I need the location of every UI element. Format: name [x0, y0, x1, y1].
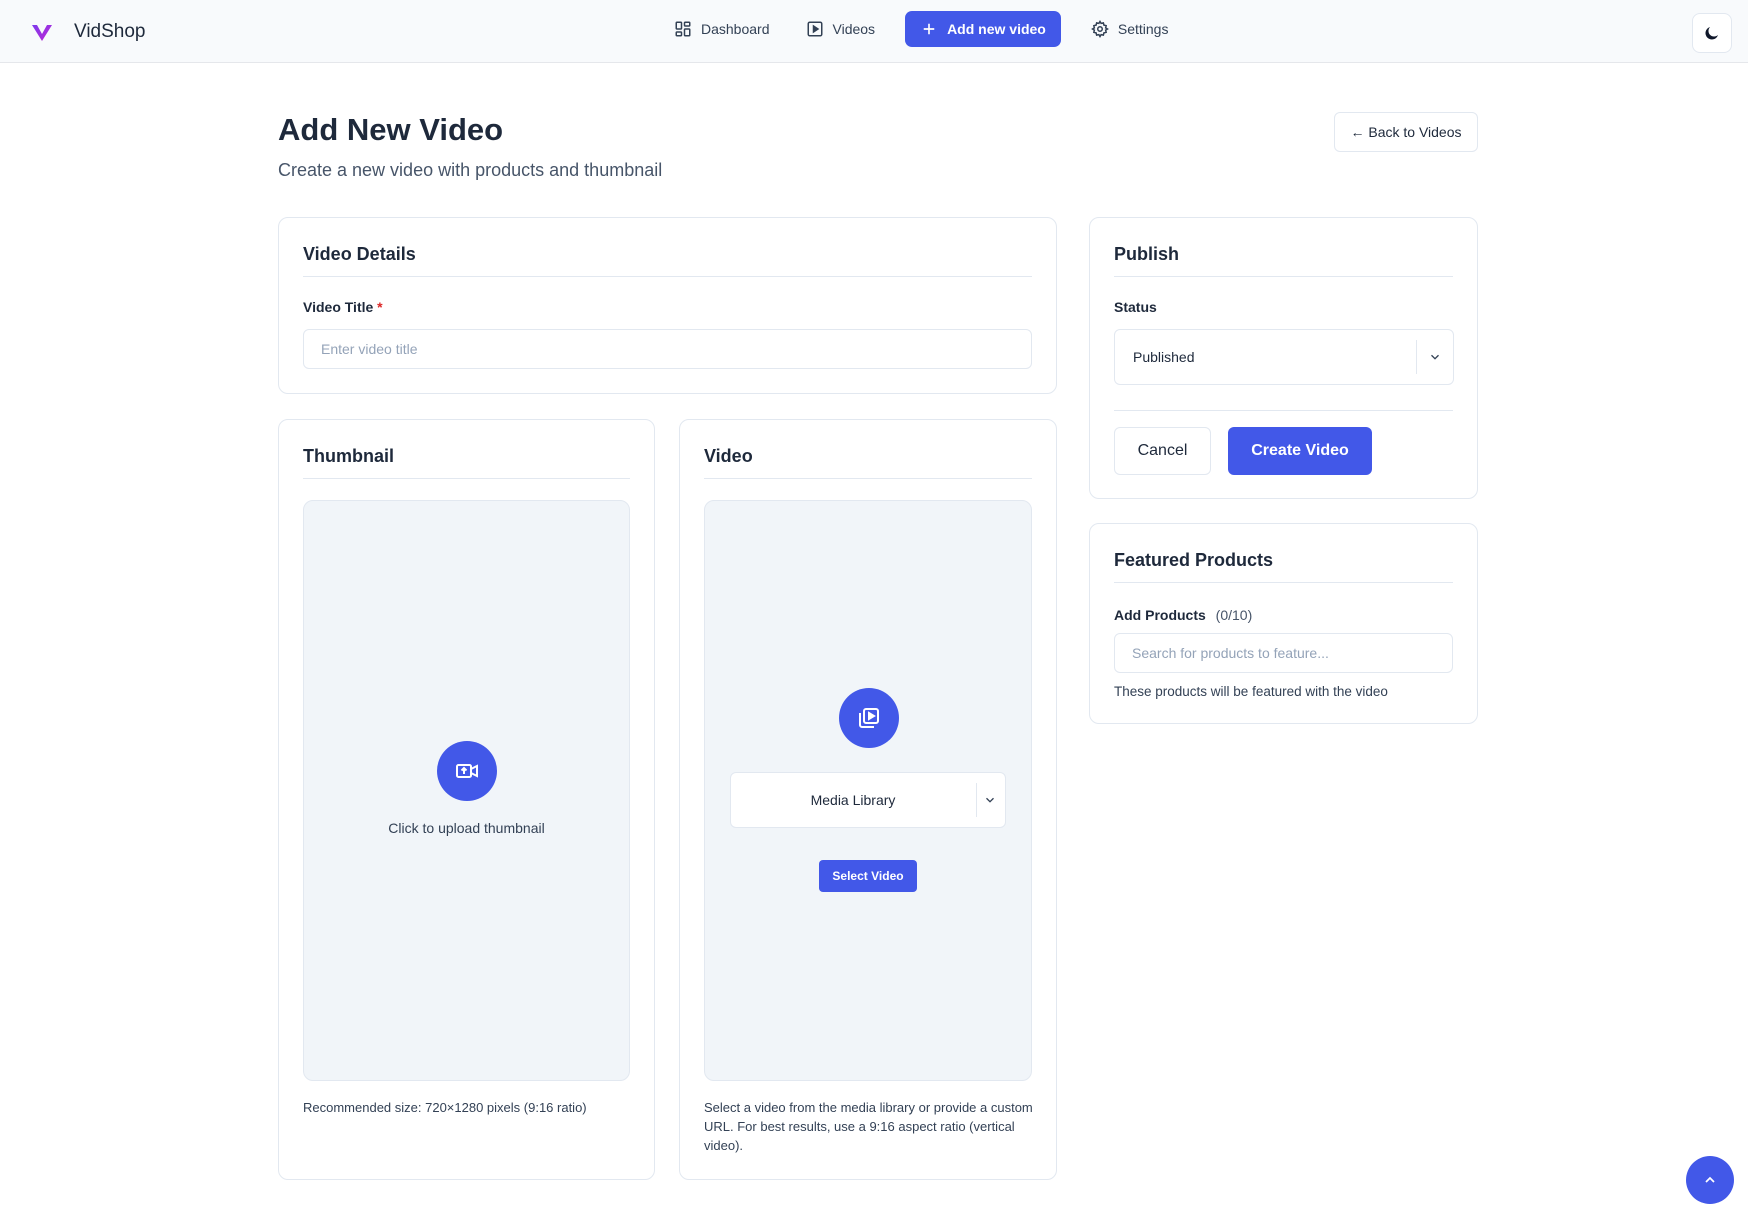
label-text: Add Products: [1114, 607, 1206, 623]
brand-name: VidShop: [74, 21, 146, 42]
featured-products-hint: These products will be featured with the…: [1114, 684, 1388, 699]
divider: [976, 783, 977, 817]
create-video-button[interactable]: Create Video: [1228, 427, 1372, 475]
video-details-card: Video Details Video Title * Enter video …: [278, 217, 1057, 394]
video-format-hint: Select a video from the media library or…: [704, 1100, 1033, 1153]
video-title-label: Video Title *: [303, 299, 383, 315]
upload-image-icon: [437, 741, 497, 801]
card-title: Featured Products: [1114, 550, 1274, 570]
product-count: (0/10): [1215, 607, 1253, 623]
chevron-down-icon: [1431, 354, 1439, 360]
card-title: Publish: [1114, 244, 1180, 264]
dashboard-icon: [675, 21, 691, 37]
divider: [1114, 276, 1453, 277]
nav-item-label: Videos: [832, 21, 876, 37]
plus-icon: [923, 23, 935, 35]
divider: [1114, 410, 1453, 411]
chevron-up-icon: [1705, 1176, 1715, 1183]
select-value: Media Library: [810, 792, 896, 808]
nav-item-label: Settings: [1117, 21, 1169, 37]
divider: [303, 276, 1032, 277]
cancel-button[interactable]: Cancel: [1114, 427, 1211, 475]
featured-products-card: Featured Products Add Products (0/10) Se…: [1089, 523, 1478, 724]
divider: [303, 478, 630, 479]
top-navigation-bar: VidShop Dashboard Videos Add new video S…: [0, 0, 1748, 63]
nav-item-add-new-video[interactable]: Add new video: [905, 11, 1061, 47]
scroll-to-top-button[interactable]: [1686, 1156, 1734, 1204]
video-icon: [807, 21, 822, 37]
thumbnail-upload-dropzone[interactable]: Click to upload thumbnail: [303, 500, 630, 1081]
add-products-label: Add Products (0/10): [1114, 607, 1252, 623]
video-source-select[interactable]: Media Library: [730, 772, 1006, 828]
video-library-icon: [839, 688, 899, 748]
nav-item-label: Add new video: [947, 21, 1046, 37]
vidshop-logo-icon: [32, 25, 52, 41]
status-label: Status: [1114, 299, 1157, 315]
nav-item-dashboard[interactable]: Dashboard: [660, 11, 784, 47]
publish-card: Publish Status Published Cancel Create V…: [1089, 217, 1478, 499]
select-video-button[interactable]: Select Video: [819, 860, 917, 892]
card-title: Video: [704, 446, 753, 466]
divider: [704, 478, 1032, 479]
nav-item-videos[interactable]: Videos: [792, 11, 890, 47]
divider: [1114, 582, 1453, 583]
card-title: Thumbnail: [303, 446, 394, 466]
back-to-videos-button[interactable]: ← Back to Videos: [1334, 112, 1478, 152]
select-value: Published: [1133, 349, 1195, 365]
main-nav: Dashboard Videos Add new video Settings: [660, 11, 1182, 47]
thumbnail-size-hint: Recommended size: 720×1280 pixels (9:16 …: [303, 1100, 587, 1115]
required-mark: *: [377, 299, 383, 315]
video-title-input[interactable]: Enter video title: [303, 329, 1032, 369]
nav-item-label: Dashboard: [701, 21, 770, 37]
video-select-area: Media Library Select Video: [704, 500, 1032, 1081]
moon-icon: [1705, 27, 1718, 40]
chevron-down-icon: [986, 797, 994, 803]
status-select[interactable]: Published: [1114, 329, 1454, 385]
product-search-input[interactable]: Search for products to feature...: [1114, 633, 1453, 673]
nav-item-settings[interactable]: Settings: [1077, 11, 1183, 47]
divider: [1416, 340, 1417, 374]
thumbnail-card: Thumbnail Click to upload thumbnail Reco…: [278, 419, 655, 1180]
video-card: Video Media Library Select Video Select …: [679, 419, 1057, 1180]
page-title: Add New Video: [278, 112, 504, 147]
brand[interactable]: VidShop: [30, 20, 146, 44]
card-title: Video Details: [303, 244, 416, 264]
label-text: Video Title: [303, 299, 374, 315]
upload-thumbnail-text: Click to upload thumbnail: [388, 820, 545, 836]
theme-toggle-button[interactable]: [1692, 13, 1732, 53]
page-subtitle: Create a new video with products and thu…: [278, 160, 663, 180]
gear-icon: [1090, 20, 1109, 38]
